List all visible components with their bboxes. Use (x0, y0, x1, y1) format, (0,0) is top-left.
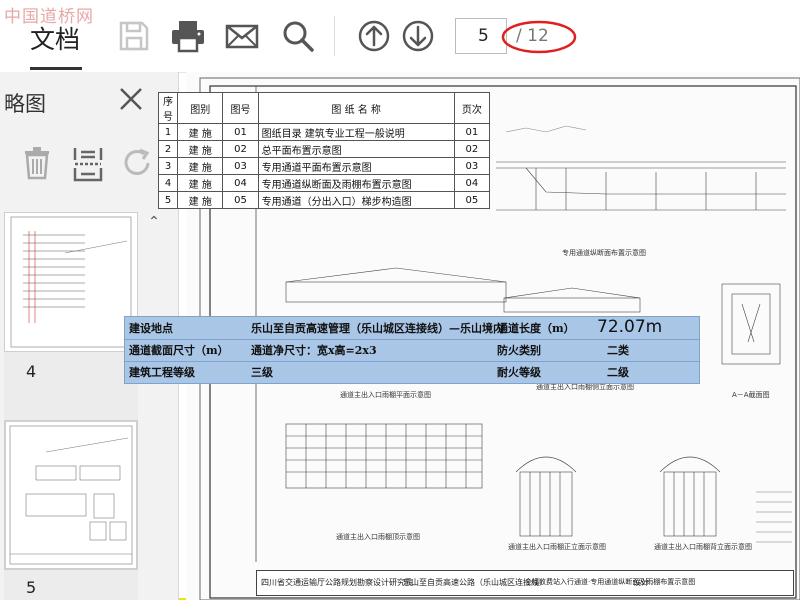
scroll-up-icon[interactable]: ⌃ (144, 212, 164, 232)
trash-icon[interactable] (22, 146, 52, 180)
info-value: 二级 (607, 366, 629, 379)
tab-document[interactable]: 文档 (30, 20, 80, 56)
caption-section-aa: A－A截面图 (732, 391, 770, 399)
info-row: 建设地点 乐山至自贡高速管理（乐山城区连接线）—乐山境内 通道长度（m） 72.… (125, 317, 699, 340)
info-value: 72.07m (597, 317, 663, 337)
red-ellipse-annotation (501, 20, 577, 54)
header-name: 图 纸 名 称 (257, 92, 455, 124)
close-icon[interactable] (118, 86, 144, 112)
info-label: 通道长度（m） (497, 322, 575, 335)
info-value: 三级 (251, 366, 273, 379)
header-page: 页次 (453, 92, 491, 124)
table-row: 4 建 施 04 专用通道纵断面及雨棚布置示意图 04 (157, 174, 491, 192)
extract-page-icon[interactable] (72, 146, 104, 182)
header-no: 序号 (157, 92, 179, 124)
thumbnail-scrollbar[interactable]: ⌃ (144, 212, 164, 600)
thumbnail-label: 5 (26, 578, 37, 597)
info-value: 二类 (607, 344, 629, 357)
info-row: 通道截面尺寸（m） 通道净尺寸：宽x高=2x3 防火类别 二类 (125, 339, 699, 362)
thumbnail-drawing (10, 216, 132, 348)
info-label: 防火类别 (497, 344, 541, 357)
caption-canopy-back: 通道主出入口雨棚背立面示意图 (654, 543, 752, 551)
toolbar: 中国道桥网 文档 5 / 12 (0, 0, 800, 73)
info-label: 建设地点 (129, 322, 173, 335)
table-row: 3 建 施 03 专用通道平面布置示意图 03 (157, 157, 491, 175)
sidebar-title: 略图 (4, 92, 46, 116)
thumbnail-page-4[interactable] (4, 212, 138, 352)
table-row: 5 建 施 05 专用通道（分出入口）梯步构造图 05 (157, 191, 491, 209)
table-row: 1 建 施 01 图纸目录 建筑专业工程一般说明 01 (157, 123, 491, 141)
save-icon[interactable] (116, 18, 152, 54)
header-category: 图别 (177, 92, 224, 124)
mail-icon[interactable] (224, 18, 260, 54)
toolbar-separator (334, 16, 335, 56)
header-number: 图号 (222, 92, 259, 124)
arrow-down-icon[interactable] (400, 18, 436, 54)
thumbnail-list: 4 5 (4, 212, 138, 600)
title-drawing: 全幅收费站入行通道·专用通道纵断面及雨棚布置示意图 (525, 578, 696, 586)
drawing-title-block: 四川省交通运输厅公路规划勘察设计研究院 乐山至自贡高速公路（乐山城区连接线） 全… (256, 570, 794, 596)
tab-active-indicator (30, 67, 82, 70)
caption-longitudinal: 专用通道纵断面布置示意图 (562, 249, 646, 257)
thumbnail-drawing (9, 425, 133, 565)
project-info-table: 建设地点 乐山至自贡高速管理（乐山城区连接线）—乐山境内 通道长度（m） 72.… (124, 316, 700, 384)
info-row: 建筑工程等级 三级 耐火等级 二级 (125, 361, 699, 383)
caption-canopy-front: 通道主出入口雨棚正立面示意图 (508, 543, 606, 551)
table-header-row: 序号 图别 图号 图 纸 名 称 页次 (157, 92, 491, 124)
info-value: 通道净尺寸：宽x高=2x3 (251, 344, 377, 357)
title-design: 设计 (633, 578, 649, 587)
rotate-icon[interactable] (120, 146, 154, 180)
info-value: 乐山至自贡高速管理（乐山城区连接线）—乐山境内 (251, 322, 504, 335)
caption-canopy-plan: 通道主出入口雨棚平面示意图 (340, 391, 431, 399)
arrow-up-icon[interactable] (356, 18, 392, 54)
print-icon[interactable] (170, 18, 206, 54)
table-row: 2 建 施 02 总平面布置示意图 02 (157, 140, 491, 158)
search-icon[interactable] (280, 18, 316, 54)
thumbnail-page-5[interactable] (4, 420, 138, 570)
info-label: 耐火等级 (497, 366, 541, 379)
caption-canopy-top: 通道主出入口雨棚顶示意图 (336, 533, 420, 541)
title-org: 四川省交通运输厅公路规划勘察设计研究院 (261, 578, 413, 587)
info-label: 通道截面尺寸（m） (129, 344, 229, 357)
drawing-index-table: 序号 图别 图号 图 纸 名 称 页次 1 建 施 01 图纸目录 建筑专业工程… (157, 92, 491, 209)
info-label: 建筑工程等级 (129, 366, 195, 379)
thumbnail-label: 4 (26, 362, 37, 381)
